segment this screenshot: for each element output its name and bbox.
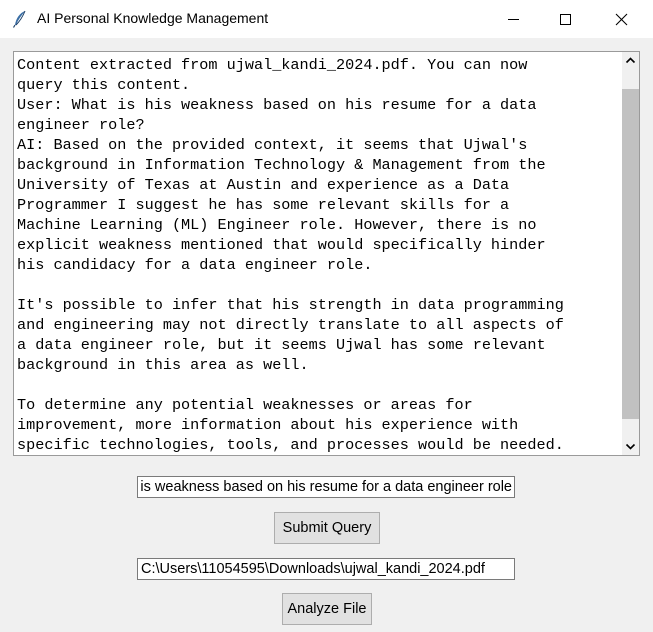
- submit-query-button[interactable]: Submit Query: [274, 512, 380, 544]
- maximize-icon: [560, 14, 571, 25]
- scroll-up-button[interactable]: [622, 52, 639, 69]
- feather-icon: [12, 10, 28, 28]
- close-button[interactable]: [596, 0, 648, 38]
- scroll-thumb[interactable]: [622, 89, 639, 419]
- window-title: AI Personal Knowledge Management: [37, 10, 269, 26]
- file-path-input[interactable]: [137, 558, 515, 580]
- output-text: Content extracted from ujwal_kandi_2024.…: [17, 56, 564, 453]
- output-textarea[interactable]: Content extracted from ujwal_kandi_2024.…: [13, 51, 640, 456]
- query-input[interactable]: [137, 476, 515, 498]
- scroll-down-button[interactable]: [622, 438, 639, 455]
- title-bar[interactable]: AI Personal Knowledge Management: [0, 0, 653, 38]
- vertical-scrollbar[interactable]: [622, 52, 639, 455]
- minimize-icon: [508, 19, 519, 20]
- maximize-button[interactable]: [540, 0, 592, 38]
- analyze-file-button[interactable]: Analyze File: [282, 593, 372, 625]
- scroll-up-arrow-icon: [625, 57, 636, 64]
- minimize-button[interactable]: [488, 0, 540, 38]
- scroll-down-arrow-icon: [625, 443, 636, 450]
- app-window: AI Personal Knowledge Management Content…: [0, 0, 653, 632]
- close-icon: [615, 13, 628, 26]
